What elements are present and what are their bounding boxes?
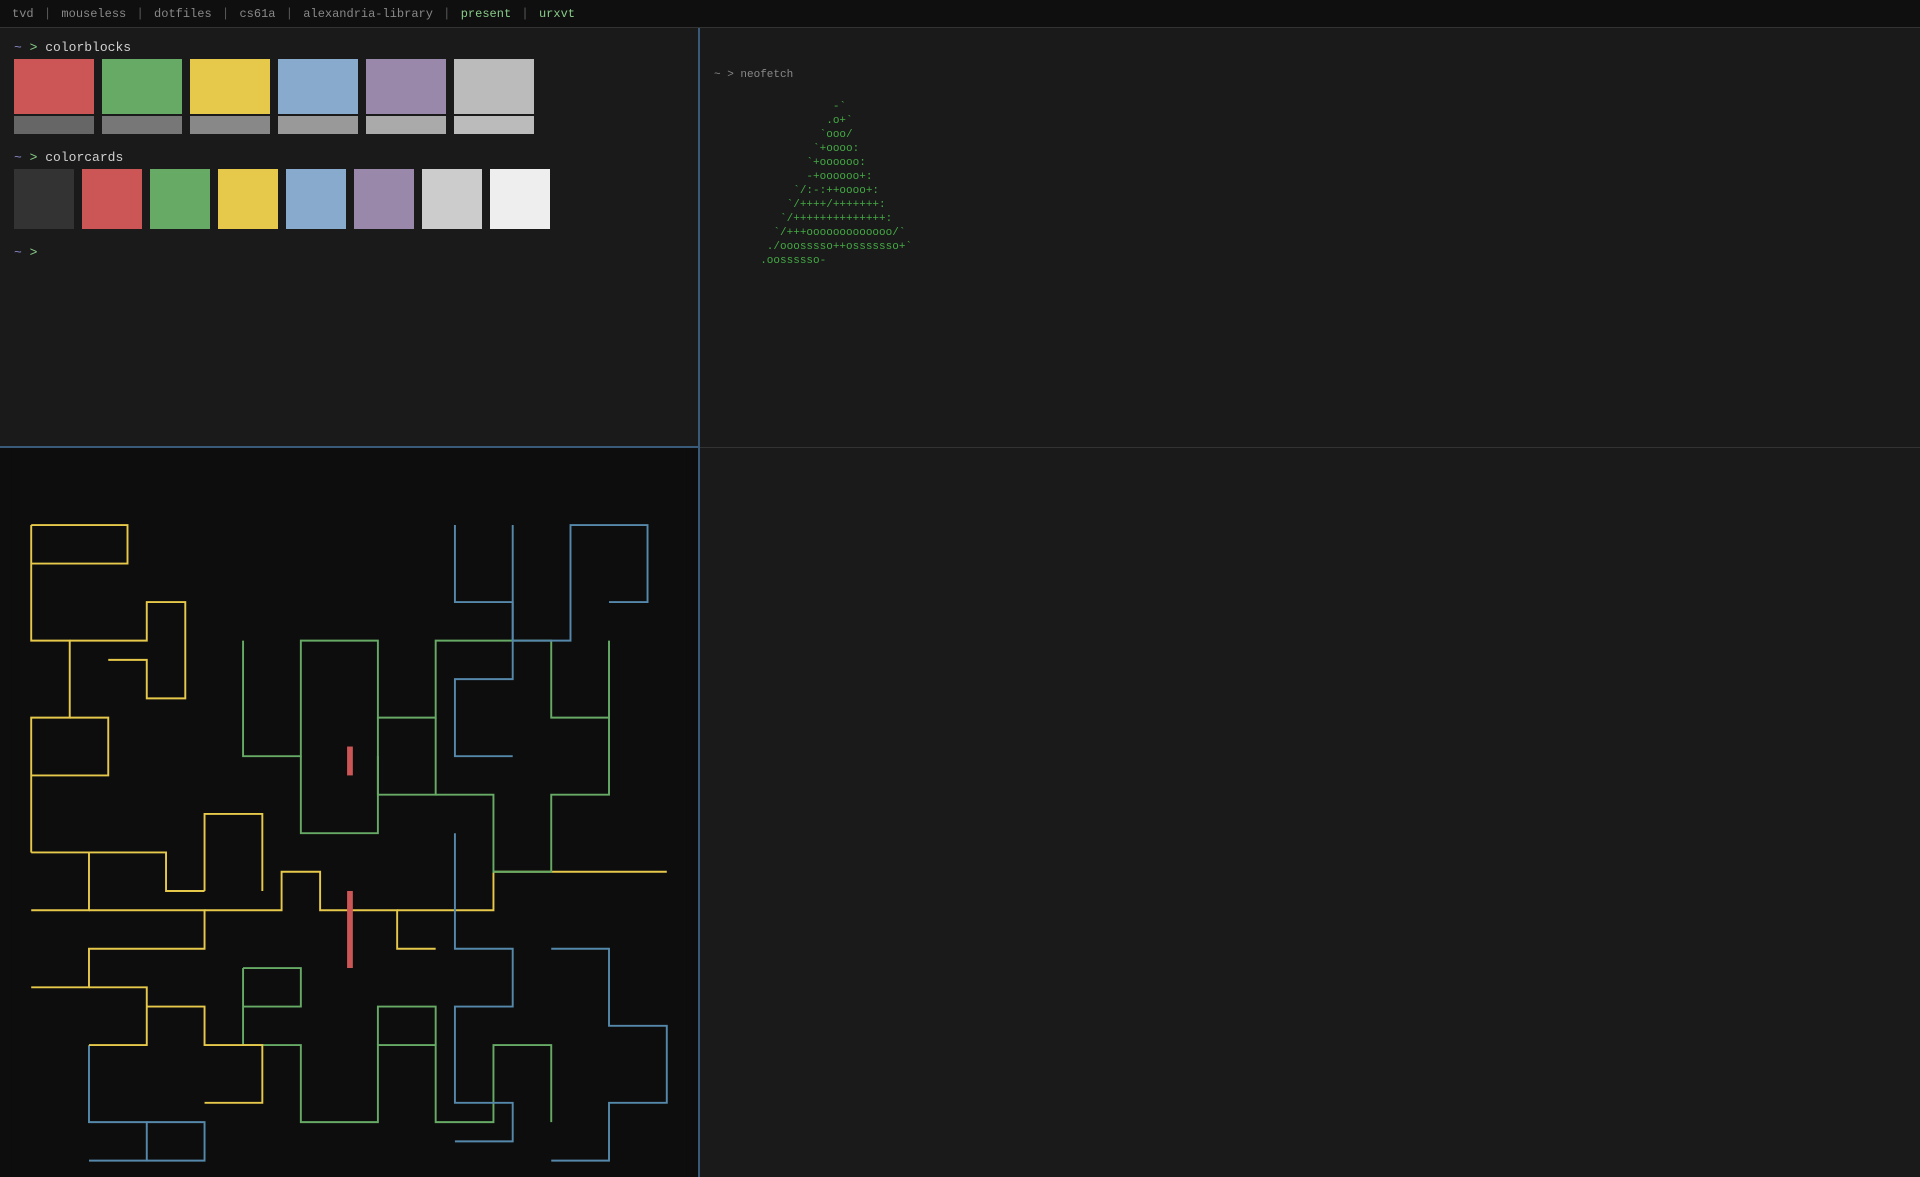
top-left-terminal: ~ > colorblocks bbox=[0, 28, 698, 448]
viz-svg bbox=[0, 448, 698, 1177]
tab-tvd[interactable]: tvd bbox=[8, 6, 38, 22]
left-pane: ~ > colorblocks bbox=[0, 28, 700, 1177]
main-layout: ~ > colorblocks bbox=[0, 28, 1920, 1177]
colorcard-5 bbox=[354, 169, 414, 229]
colorcards-prompt: ~ > colorcards bbox=[14, 150, 684, 165]
colorcard-6 bbox=[422, 169, 482, 229]
colorcard-2 bbox=[150, 169, 210, 229]
colorcard-3 bbox=[218, 169, 278, 229]
colorblock-3 bbox=[278, 59, 358, 134]
tab-mouseless[interactable]: mouseless bbox=[57, 6, 130, 22]
neofetch-ascii: ~ > neofetch -` .o+` `ooo/ `+oooo: `+ooo… bbox=[714, 40, 1014, 435]
final-prompt: ~ > bbox=[14, 245, 684, 260]
tab-cs61a[interactable]: cs61a bbox=[235, 6, 279, 22]
colorblocks-row bbox=[14, 59, 684, 134]
right-pane: ~ > neofetch -` .o+` `ooo/ `+oooo: `+ooo… bbox=[700, 28, 1920, 1177]
tab-bar: tvd | mouseless | dotfiles | cs61a | ale… bbox=[0, 0, 1920, 28]
colorblock-5 bbox=[454, 59, 534, 134]
colorcard-4 bbox=[286, 169, 346, 229]
bottom-left-viz bbox=[0, 448, 698, 1177]
colorcard-0 bbox=[14, 169, 74, 229]
colorcards-row bbox=[14, 169, 684, 229]
colorcard-7 bbox=[490, 169, 550, 229]
tab-urxvt[interactable]: urxvt bbox=[535, 6, 579, 22]
colorblock-2 bbox=[190, 59, 270, 134]
colorblock-1 bbox=[102, 59, 182, 134]
tab-alexandria[interactable]: alexandria-library bbox=[299, 6, 437, 22]
tab-present[interactable]: present bbox=[457, 6, 515, 22]
colorblocks-prompt: ~ > colorblocks bbox=[14, 40, 684, 55]
colorblock-4 bbox=[366, 59, 446, 134]
colorcard-1 bbox=[82, 169, 142, 229]
neofetch-terminal: ~ > neofetch -` .o+` `ooo/ `+oooo: `+ooo… bbox=[700, 28, 1920, 448]
tab-dotfiles[interactable]: dotfiles bbox=[150, 6, 216, 22]
colorblock-0 bbox=[14, 59, 94, 134]
